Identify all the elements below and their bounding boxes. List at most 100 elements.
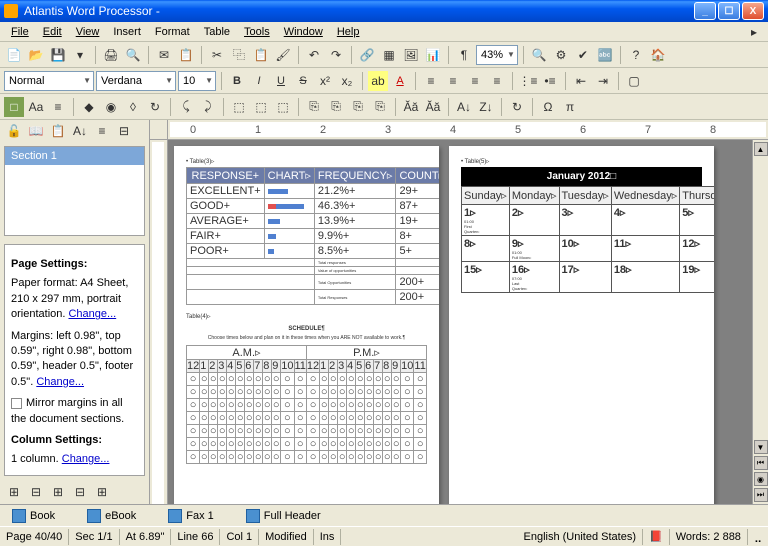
close-button[interactable]: X: [742, 2, 764, 20]
list-num-icon[interactable]: ⋮≡: [518, 71, 538, 91]
lp-b5-icon[interactable]: ⊞: [92, 482, 112, 502]
t4-17-icon[interactable]: Ăă: [401, 97, 421, 117]
t4-5-icon[interactable]: ◉: [101, 97, 121, 117]
indent-icon[interactable]: ⇥: [593, 71, 613, 91]
t4-sort-icon[interactable]: A↓: [454, 97, 474, 117]
lp-b2-icon[interactable]: ⊟: [26, 482, 46, 502]
scroll-down-button[interactable]: ▼: [754, 440, 768, 454]
doc-tab-ebook[interactable]: eBook: [81, 507, 142, 525]
lp-b3-icon[interactable]: ⊞: [48, 482, 68, 502]
prev-page-button[interactable]: ⏮: [754, 456, 768, 470]
t4-16-icon[interactable]: ⎘: [370, 97, 390, 117]
panel-tab-4-icon[interactable]: A↓: [70, 121, 90, 141]
t4-18-icon[interactable]: Ăă: [423, 97, 443, 117]
panel-tab-2-icon[interactable]: 📖: [26, 121, 46, 141]
menu-window[interactable]: Window: [277, 24, 330, 40]
mirror-margins-option[interactable]: Mirror margins in all the document secti…: [11, 396, 138, 427]
tool2-icon[interactable]: 🔤: [595, 45, 615, 65]
maximize-button[interactable]: ☐: [718, 2, 740, 20]
status-page[interactable]: Page 40/40: [0, 529, 69, 545]
open-icon[interactable]: 📂: [26, 45, 46, 65]
t4-1-icon[interactable]: □: [4, 97, 24, 117]
preview-icon[interactable]: 🔍: [123, 45, 143, 65]
align-right-icon[interactable]: ≡: [465, 71, 485, 91]
t4-11-icon[interactable]: ⬚: [251, 97, 271, 117]
scroll-up-button[interactable]: ▲: [754, 142, 768, 156]
t4-15-icon[interactable]: ⎘: [348, 97, 368, 117]
change-paper-link[interactable]: Change...: [68, 308, 116, 320]
style-combo[interactable]: Normal▼: [4, 71, 94, 91]
align-center-icon[interactable]: ≡: [443, 71, 463, 91]
chart-icon[interactable]: 📊: [423, 45, 443, 65]
mirror-checkbox[interactable]: [11, 398, 22, 409]
list-bullet-icon[interactable]: •≡: [540, 71, 560, 91]
status-book-icon[interactable]: 📕: [643, 529, 670, 545]
align-justify-icon[interactable]: ≡: [487, 71, 507, 91]
change-cols-link[interactable]: Change...: [62, 453, 110, 465]
cut-icon[interactable]: ✂: [207, 45, 227, 65]
sub-icon[interactable]: x₂: [337, 71, 357, 91]
status-words[interactable]: Words: 2 888: [670, 529, 748, 545]
mail-icon[interactable]: ✉: [154, 45, 174, 65]
sections-list[interactable]: Section 1: [4, 146, 145, 236]
t4-2-icon[interactable]: Aa: [26, 97, 46, 117]
doc-tab-fullheader[interactable]: Full Header: [240, 507, 327, 525]
t4-sortz-icon[interactable]: Z↓: [476, 97, 496, 117]
browse-button[interactable]: ◉: [754, 472, 768, 486]
doc-tab-book[interactable]: Book: [6, 507, 61, 525]
menu-edit[interactable]: Edit: [36, 24, 69, 40]
status-sec[interactable]: Sec 1/1: [69, 529, 119, 545]
t4-7-icon[interactable]: ↻: [145, 97, 165, 117]
t4-sym2-icon[interactable]: π: [560, 97, 580, 117]
t4-14-icon[interactable]: ⎘: [326, 97, 346, 117]
undo-icon[interactable]: ↶: [304, 45, 324, 65]
tool1-icon[interactable]: ⚙: [551, 45, 571, 65]
borders-icon[interactable]: ▢: [624, 71, 644, 91]
panel-tab-5-icon[interactable]: ≡: [92, 121, 112, 141]
menu-file[interactable]: File: [4, 24, 36, 40]
hyperlink-icon[interactable]: 🔗: [357, 45, 377, 65]
status-lang[interactable]: English (United States): [518, 529, 644, 545]
bold-icon[interactable]: B: [227, 71, 247, 91]
vertical-scrollbar[interactable]: ▲ ▼ ⏮ ◉ ⏭: [752, 140, 768, 504]
menu-view[interactable]: View: [69, 24, 107, 40]
highlight-icon[interactable]: ab: [368, 71, 388, 91]
save-icon[interactable]: 💾: [48, 45, 68, 65]
italic-icon[interactable]: I: [249, 71, 269, 91]
lp-b1-icon[interactable]: ⊞: [4, 482, 24, 502]
help-icon[interactable]: ?: [626, 45, 646, 65]
t4-3-icon[interactable]: ≡: [48, 97, 68, 117]
toolbar-overflow-icon[interactable]: ▸: [744, 22, 764, 42]
ruler-vertical[interactable]: [150, 140, 168, 504]
minimize-button[interactable]: _: [694, 2, 716, 20]
t4-6-icon[interactable]: ◊: [123, 97, 143, 117]
super-icon[interactable]: x²: [315, 71, 335, 91]
image-icon[interactable]: 🖼: [401, 45, 421, 65]
font-combo[interactable]: Verdana▼: [96, 71, 176, 91]
spellcheck-icon[interactable]: ✔: [573, 45, 593, 65]
menu-tools[interactable]: Tools: [237, 24, 277, 40]
zoom-out-icon[interactable]: 🔍: [529, 45, 549, 65]
ruler-horizontal[interactable]: 012345678: [150, 120, 768, 140]
menu-help[interactable]: Help: [330, 24, 367, 40]
new-icon[interactable]: 📄: [4, 45, 24, 65]
menu-table[interactable]: Table: [197, 24, 237, 40]
brush-icon[interactable]: 🖌: [273, 45, 293, 65]
t4-4-icon[interactable]: ◆: [79, 97, 99, 117]
doc-tab-fax[interactable]: Fax 1: [162, 507, 220, 525]
underline-icon[interactable]: U: [271, 71, 291, 91]
page-left[interactable]: • Table(3)▹ RESPONSE+CHART▹FREQUENCY▹COU…: [174, 146, 439, 504]
next-page-button[interactable]: ⏭: [754, 488, 768, 502]
t4-10-icon[interactable]: ⬚: [229, 97, 249, 117]
change-margins-link[interactable]: Change...: [36, 376, 84, 388]
t4-8-icon[interactable]: ⤹: [176, 97, 196, 117]
home-icon[interactable]: 🏠: [648, 45, 668, 65]
t4-13-icon[interactable]: ⎘: [304, 97, 324, 117]
size-combo[interactable]: 10▼: [178, 71, 216, 91]
t4-12-icon[interactable]: ⬚: [273, 97, 293, 117]
lp-b4-icon[interactable]: ⊟: [70, 482, 90, 502]
paste-icon[interactable]: 📋: [251, 45, 271, 65]
strike-icon[interactable]: S: [293, 71, 313, 91]
page-right[interactable]: • Table(5)▹ January 2012□ Sunday▹Monday▹…: [449, 146, 714, 504]
t4-9-icon[interactable]: ⤸: [198, 97, 218, 117]
